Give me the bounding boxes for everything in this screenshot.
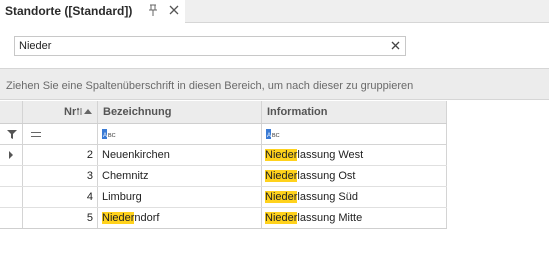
cell-nr[interactable]: 5	[23, 208, 98, 228]
cell-information-value: Niederlassung Mitte	[265, 212, 362, 224]
group-by-panel[interactable]: Ziehen Sie eine Spaltenüberschrift in di…	[0, 68, 549, 100]
pin-icon[interactable]	[148, 4, 158, 16]
svg-text:BC: BC	[108, 133, 116, 139]
cell-nr-value: 2	[86, 149, 93, 161]
cell-information[interactable]: Niederlassung Mitte	[262, 208, 447, 228]
search-value: Nieder	[19, 40, 52, 52]
svg-text:A: A	[267, 133, 271, 139]
sort-ascending-icon	[84, 109, 92, 114]
column-header-information[interactable]: Information	[262, 101, 447, 123]
search-match-highlight: Nieder	[265, 212, 298, 224]
cell-information-text: lassung Ost	[297, 170, 356, 182]
cell-bezeichnung-text: ndorf	[134, 212, 160, 224]
tab-title: Standorte ([Standard])	[5, 4, 133, 18]
filter-row: A BC A BC	[0, 124, 447, 145]
table-row[interactable]: 3 Chemnitz Niederlassung Ost	[0, 166, 447, 187]
current-row-icon	[9, 151, 13, 159]
cell-bezeichnung-value: Limburg	[102, 191, 142, 203]
header-indicator-cell	[0, 101, 23, 123]
search-input[interactable]: Nieder	[14, 36, 406, 56]
search-match-highlight: Nieder	[265, 191, 298, 203]
tab-standorte[interactable]: Standorte ([Standard])	[0, 0, 185, 23]
cell-bezeichnung-text: Limburg	[102, 191, 142, 203]
group-by-hint: Ziehen Sie eine Spaltenüberschrift in di…	[6, 80, 414, 92]
cell-information[interactable]: Niederlassung Ost	[262, 166, 447, 186]
row-indicator-cell[interactable]	[0, 145, 23, 165]
cell-nr-value: 3	[86, 170, 93, 182]
row-indicator-cell[interactable]	[0, 187, 23, 207]
cell-nr[interactable]: 2	[23, 145, 98, 165]
cell-bezeichnung[interactable]: Neuenkirchen	[98, 145, 262, 165]
cell-information[interactable]: Niederlassung Süd	[262, 187, 447, 207]
row-indicator-cell[interactable]	[0, 208, 23, 228]
cell-information-text: lassung Süd	[297, 191, 358, 203]
equals-operator-icon[interactable]	[31, 132, 41, 137]
row-indicator-cell[interactable]	[0, 166, 23, 186]
cell-nr-value: 4	[86, 191, 93, 203]
table-row[interactable]: 4 Limburg Niederlassung Süd	[0, 187, 447, 208]
cell-nr[interactable]: 4	[23, 187, 98, 207]
column-header-nr-label: Nr	[64, 106, 77, 118]
filter-row-indicator	[0, 124, 23, 144]
close-icon[interactable]	[168, 4, 180, 16]
cell-bezeichnung[interactable]: Niederndorf	[98, 208, 262, 228]
cell-information-value: Niederlassung Ost	[265, 170, 356, 182]
cell-bezeichnung-value: Niederndorf	[102, 212, 159, 224]
column-header-bezeichnung[interactable]: Bezeichnung	[98, 101, 262, 123]
cell-information-text: lassung West	[297, 149, 364, 161]
search-match-highlight: Nieder	[102, 212, 135, 224]
svg-text:BC: BC	[272, 133, 280, 139]
sort-order-icon	[77, 107, 82, 115]
text-filter-icon[interactable]: A BC	[102, 129, 116, 139]
filter-cell-information[interactable]: A BC	[262, 124, 447, 144]
text-filter-icon[interactable]: A BC	[266, 129, 280, 139]
grid-header-row: Nr Bezeichnung Information	[0, 101, 447, 124]
cell-bezeichnung[interactable]: Limburg	[98, 187, 262, 207]
cell-bezeichnung-value: Neuenkirchen	[102, 149, 170, 161]
filter-cell-nr[interactable]	[23, 124, 98, 144]
column-header-bezeichnung-label: Bezeichnung	[103, 106, 172, 118]
locations-panel: Standorte ([Standard]) Nieder Ziehen Sie…	[0, 0, 549, 274]
cell-nr-value: 5	[86, 212, 93, 224]
cell-bezeichnung-text: Chemnitz	[102, 170, 149, 182]
filter-cell-bezeichnung[interactable]: A BC	[98, 124, 262, 144]
column-header-nr[interactable]: Nr	[23, 101, 98, 123]
cell-nr[interactable]: 3	[23, 166, 98, 186]
column-header-information-label: Information	[267, 106, 328, 118]
table-row[interactable]: 5 Niederndorf Niederlassung Mitte	[0, 208, 447, 229]
svg-text:A: A	[103, 133, 107, 139]
search-match-highlight: Nieder	[265, 170, 298, 182]
search-match-highlight: Nieder	[265, 149, 298, 161]
filter-icon	[7, 130, 17, 139]
cell-bezeichnung[interactable]: Chemnitz	[98, 166, 262, 186]
cell-bezeichnung-text: Neuenkirchen	[102, 149, 170, 161]
cell-information-text: lassung Mitte	[297, 212, 363, 224]
table-row[interactable]: 2 Neuenkirchen Niederlassung West	[0, 145, 447, 166]
cell-information-value: Niederlassung Süd	[265, 191, 358, 203]
cell-information[interactable]: Niederlassung West	[262, 145, 447, 165]
clear-icon[interactable]	[390, 40, 401, 51]
cell-bezeichnung-value: Chemnitz	[102, 170, 148, 182]
cell-information-value: Niederlassung West	[265, 149, 363, 161]
